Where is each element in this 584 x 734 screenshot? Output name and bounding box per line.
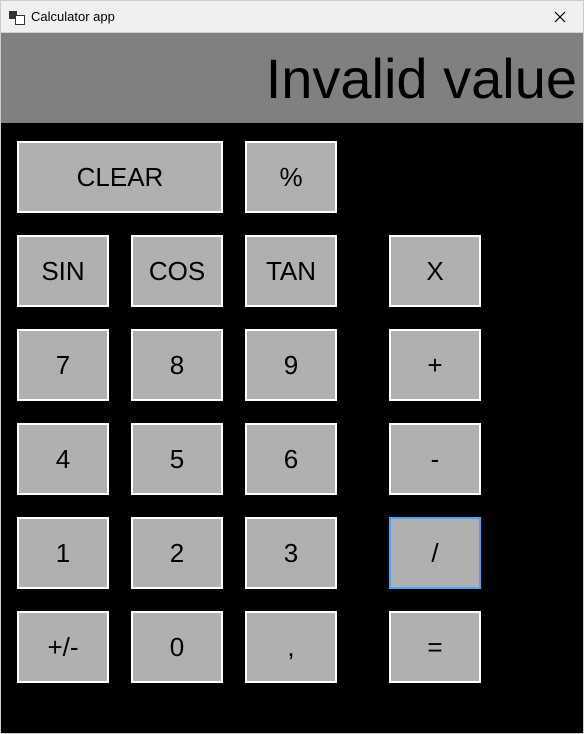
multiply-button[interactable]: X <box>389 235 481 307</box>
equals-button[interactable]: = <box>389 611 481 683</box>
window-frame: Calculator app Invalid value CLEAR % SIN… <box>0 0 584 734</box>
one-button[interactable]: 1 <box>17 517 109 589</box>
clear-button[interactable]: CLEAR <box>17 141 223 213</box>
plusminus-button[interactable]: +/- <box>17 611 109 683</box>
cos-button[interactable]: COS <box>131 235 223 307</box>
plus-button[interactable]: + <box>389 329 481 401</box>
comma-button[interactable]: , <box>245 611 337 683</box>
display-output: Invalid value <box>1 33 583 123</box>
tan-button[interactable]: TAN <box>245 235 337 307</box>
eight-button[interactable]: 8 <box>131 329 223 401</box>
row-5: 1 2 3 / <box>17 517 567 589</box>
percent-button[interactable]: % <box>245 141 337 213</box>
keypad: CLEAR % SIN COS TAN X 7 8 9 + 4 5 6 - <box>1 123 583 733</box>
row-6: +/- 0 , = <box>17 611 567 683</box>
close-icon <box>554 11 566 23</box>
row-3: 7 8 9 + <box>17 329 567 401</box>
sin-button[interactable]: SIN <box>17 235 109 307</box>
app-icon <box>9 9 25 25</box>
two-button[interactable]: 2 <box>131 517 223 589</box>
close-button[interactable] <box>537 1 583 33</box>
row-4: 4 5 6 - <box>17 423 567 495</box>
four-button[interactable]: 4 <box>17 423 109 495</box>
window-title: Calculator app <box>31 9 115 24</box>
client-area: Invalid value CLEAR % SIN COS TAN X 7 8 … <box>1 33 583 733</box>
nine-button[interactable]: 9 <box>245 329 337 401</box>
seven-button[interactable]: 7 <box>17 329 109 401</box>
divide-button[interactable]: / <box>389 517 481 589</box>
titlebar-left: Calculator app <box>9 9 115 25</box>
five-button[interactable]: 5 <box>131 423 223 495</box>
minus-button[interactable]: - <box>389 423 481 495</box>
row-2: SIN COS TAN X <box>17 235 567 307</box>
titlebar[interactable]: Calculator app <box>1 1 583 33</box>
six-button[interactable]: 6 <box>245 423 337 495</box>
three-button[interactable]: 3 <box>245 517 337 589</box>
row-1: CLEAR % <box>17 141 567 213</box>
zero-button[interactable]: 0 <box>131 611 223 683</box>
